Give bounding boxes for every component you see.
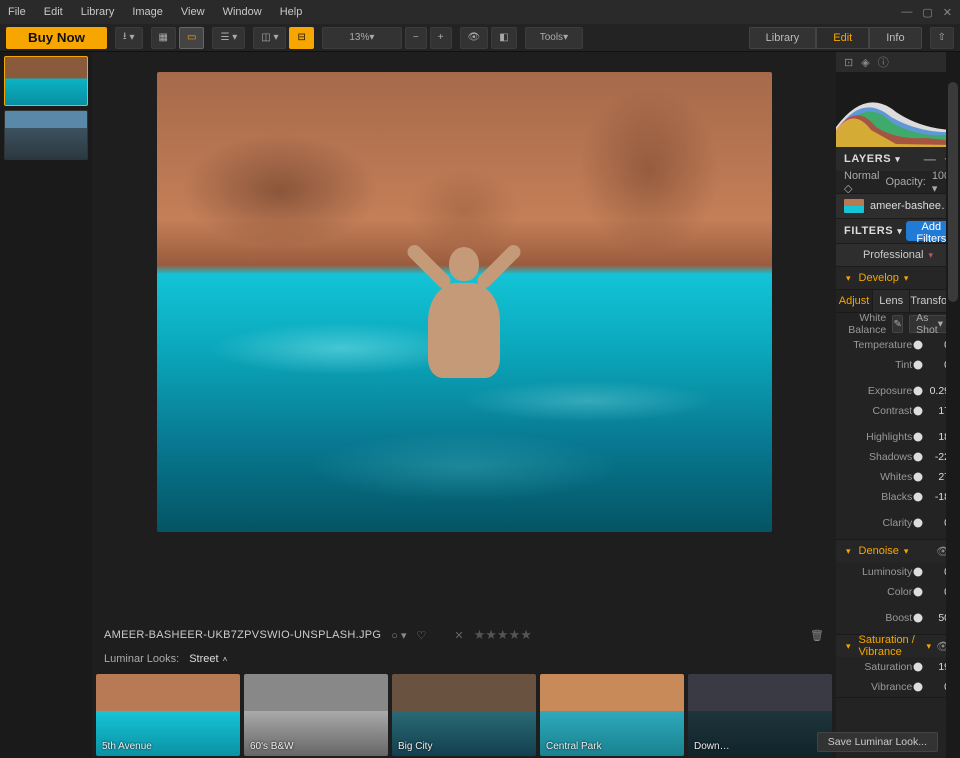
thumbnail-2[interactable] <box>4 110 88 160</box>
toolbar: Buy Now ⭳▾ ▦ ▭ ☰ ▾ ◫ ▾ ⊟ 13% ▾ − + 👁 ◧ T… <box>0 24 960 52</box>
slider-luminosity[interactable]: Luminosity 0 <box>836 562 960 582</box>
zoom-in-button[interactable]: + <box>430 27 452 49</box>
main-image[interactable] <box>157 72 772 532</box>
buy-now-button[interactable]: Buy Now <box>6 27 107 49</box>
compare-button[interactable]: ◫ ▾ <box>253 27 286 49</box>
before-after-button[interactable]: ⊟ <box>289 27 313 49</box>
histogram <box>836 72 960 147</box>
reject-icon[interactable]: ✕ <box>454 629 463 642</box>
share-button[interactable]: ⇧ <box>930 27 954 49</box>
slider-clarity[interactable]: Clarity 0 <box>836 513 960 533</box>
tab-edit[interactable]: Edit <box>816 27 869 49</box>
grid-view-button[interactable]: ▦ <box>151 27 176 49</box>
slider-exposure[interactable]: Exposure 0.29 <box>836 381 960 401</box>
look-downtown[interactable]: Down… <box>688 674 832 756</box>
workspace-dropdown[interactable]: Professional▾ <box>836 243 960 267</box>
slider-vibrance[interactable]: Vibrance 0 <box>836 677 960 697</box>
histogram-rgb-icon[interactable]: ⊡ <box>844 56 853 69</box>
filmstrip-toggle[interactable]: ☰ ▾ <box>212 27 245 49</box>
favorite-icon[interactable]: ♡ <box>417 629 427 642</box>
zoom-level[interactable]: 13% ▾ <box>322 27 402 49</box>
slider-temperature[interactable]: Temperature 0 <box>836 335 960 355</box>
layer-thumbnail <box>844 199 864 213</box>
collapse-icon[interactable]: — <box>924 152 937 166</box>
look-5th-avenue[interactable]: 5th Avenue <box>96 674 240 756</box>
look-big-city[interactable]: Big City <box>392 674 536 756</box>
histogram-layers-icon[interactable]: ◈ <box>861 56 869 69</box>
develop-tab-lens[interactable]: Lens <box>873 290 910 312</box>
menu-image[interactable]: Image <box>132 6 163 18</box>
menu-edit[interactable]: Edit <box>44 6 63 18</box>
thumbnail-1[interactable] <box>4 56 88 106</box>
minimize-icon[interactable]: — <box>901 6 912 19</box>
close-icon[interactable]: ✕ <box>943 6 952 19</box>
histogram-info-icon[interactable]: ⓘ <box>878 54 889 70</box>
scrollbar[interactable] <box>946 52 960 758</box>
looks-strip: 5th Avenue 60's B&W Big City Central Par… <box>92 670 836 758</box>
compare-split-button[interactable]: ◧ <box>491 27 516 49</box>
slider-shadows[interactable]: Shadows -22 <box>836 447 960 467</box>
canvas-area: AMEER-BASHEER-UKB7ZPVSWIO-UNSPLASH.JPG ○… <box>92 52 836 758</box>
tools-dropdown[interactable]: Tools ▾ <box>525 27 583 49</box>
slider-color[interactable]: Color 0 <box>836 582 960 602</box>
filename-label: AMEER-BASHEER-UKB7ZPVSWIO-UNSPLASH.JPG <box>104 629 381 641</box>
looks-category[interactable]: Street ˄ <box>189 653 227 665</box>
white-balance-dropdown[interactable]: As Shot▾ <box>909 315 950 333</box>
single-view-button[interactable]: ▭ <box>179 27 204 49</box>
save-look-button[interactable]: Save Luminar Look... <box>817 732 938 752</box>
slider-boost[interactable]: Boost 50 <box>836 608 960 628</box>
layer-item[interactable]: ameer-basheer-UKB7zPVswIo-uns… <box>836 193 960 219</box>
menu-help[interactable]: Help <box>280 6 303 18</box>
tab-info[interactable]: Info <box>869 27 921 49</box>
filters-header[interactable]: FILTERS▾ Add Filters <box>836 219 960 243</box>
opacity-label: Opacity: <box>885 176 925 188</box>
slider-tint[interactable]: Tint 0 <box>836 355 960 375</box>
menu-library[interactable]: Library <box>81 6 115 18</box>
slider-highlights[interactable]: Highlights 18 <box>836 427 960 447</box>
menu-bar: File Edit Library Image View Window Help… <box>0 0 960 24</box>
mode-tabs: Library Edit Info <box>749 27 922 49</box>
white-balance-label: White Balance <box>846 312 886 336</box>
slider-whites[interactable]: Whites 27 <box>836 467 960 487</box>
slider-blacks[interactable]: Blacks -18 <box>836 487 960 507</box>
delete-icon[interactable]: 🗑 <box>810 629 824 642</box>
develop-header[interactable]: Develop▾ <box>836 267 960 289</box>
tab-library[interactable]: Library <box>749 27 817 49</box>
zoom-out-button[interactable]: − <box>405 27 427 49</box>
denoise-header[interactable]: Denoise▾ 👁 <box>836 540 960 562</box>
color-tag-icon[interactable]: ○ ▾ <box>391 629 406 642</box>
filmstrip-left <box>0 52 92 758</box>
menu-view[interactable]: View <box>181 6 205 18</box>
slider-contrast[interactable]: Contrast 17 <box>836 401 960 421</box>
maximize-icon[interactable]: ▢ <box>922 6 932 19</box>
right-panel: ⊡ ◈ ⓘ LAYERS▾ —+ Normal ◇ Opacity: 100% … <box>836 52 960 758</box>
look-60s-bw[interactable]: 60's B&W <box>244 674 388 756</box>
layer-name: ameer-basheer-UKB7zPVswIo-uns… <box>870 200 952 212</box>
menu-file[interactable]: File <box>8 6 26 18</box>
blend-mode-dropdown[interactable]: Normal ◇ <box>844 170 879 195</box>
saturation-header[interactable]: Saturation / Vibrance▾ 👁 <box>836 635 960 657</box>
export-button[interactable]: ⭳▾ <box>115 27 143 49</box>
slider-saturation[interactable]: Saturation 19 <box>836 657 960 677</box>
status-bar: AMEER-BASHEER-UKB7ZPVSWIO-UNSPLASH.JPG ○… <box>92 622 836 648</box>
looks-label: Luminar Looks: <box>104 653 179 665</box>
menu-window[interactable]: Window <box>223 6 262 18</box>
layers-header[interactable]: LAYERS▾ —+ <box>836 147 960 171</box>
preview-button[interactable]: 👁 <box>460 27 489 49</box>
develop-tab-adjust[interactable]: Adjust <box>836 290 873 312</box>
rating-stars[interactable]: ★★★★★ <box>474 627 532 643</box>
look-central-park[interactable]: Central Park <box>540 674 684 756</box>
eyedropper-icon[interactable]: ✎ <box>892 315 903 333</box>
